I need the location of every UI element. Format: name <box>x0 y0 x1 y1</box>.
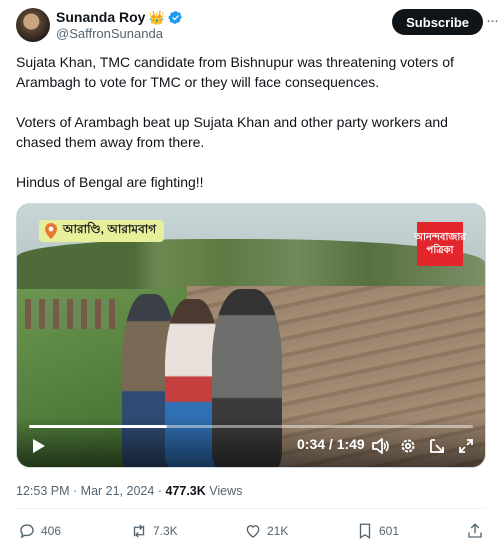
tweet-time[interactable]: 12:53 PM <box>16 484 70 498</box>
display-name[interactable]: Sunanda Roy <box>56 9 145 25</box>
play-icon[interactable] <box>29 437 47 455</box>
location-pin-icon <box>45 223 57 239</box>
tweet-header: Sunanda Roy 👑 @SaffronSunanda Subscribe … <box>16 8 499 44</box>
like-button[interactable]: 21K <box>244 522 288 540</box>
share-icon <box>468 523 482 538</box>
settings-gear-icon[interactable] <box>399 437 417 455</box>
repost-count: 7.3K <box>153 524 178 538</box>
verified-badge-icon <box>168 10 182 24</box>
crown-icon: 👑 <box>148 9 165 25</box>
views-count: 477.3K <box>165 484 206 498</box>
pop-out-icon[interactable] <box>428 437 446 455</box>
reply-button[interactable]: 406 <box>18 522 61 540</box>
views-label: Views <box>209 484 243 498</box>
video-controls: 0:34 / 1:49 <box>17 417 485 467</box>
video-time: 0:34 / 1:49 <box>297 436 365 452</box>
author-handle[interactable]: @SaffronSunanda <box>56 26 163 41</box>
tweet-metadata: 12:53 PM · Mar 21, 2024 · 477.3K Views <box>16 484 242 498</box>
tweet-paragraph: Hindus of Bengal are fighting!! <box>16 174 204 190</box>
bookmark-button[interactable]: 601 <box>356 522 399 540</box>
repost-button[interactable]: 7.3K <box>130 522 178 540</box>
divider <box>16 508 486 509</box>
avatar[interactable] <box>16 8 50 42</box>
heart-icon <box>246 525 260 538</box>
more-options-button[interactable]: ··· <box>486 12 499 29</box>
video-background-crowd <box>25 299 115 329</box>
bookmark-count: 601 <box>379 524 400 538</box>
tweet-paragraph: Voters of Arambagh beat up Sujata Khan a… <box>16 114 448 150</box>
action-bar: 406 7.3K 21K 601 <box>16 522 486 544</box>
location-tag-text: আরাণ্ডি, আরামবাগ <box>63 222 157 236</box>
reply-icon <box>20 524 34 539</box>
share-button[interactable] <box>466 522 484 540</box>
volume-icon[interactable] <box>371 437 389 455</box>
meta-separator: · <box>157 484 162 498</box>
bookmark-icon <box>359 523 371 540</box>
fullscreen-icon[interactable] <box>457 437 475 455</box>
repost-icon <box>133 524 145 538</box>
channel-logo-line1: আনন্দবাজার <box>414 232 466 243</box>
tweet-date[interactable]: Mar 21, 2024 <box>81 484 155 498</box>
channel-logo-line2: পত্রিকা <box>426 245 454 256</box>
video-progress-bar[interactable] <box>29 425 473 428</box>
author-name-row[interactable]: Sunanda Roy 👑 <box>56 8 183 26</box>
video-location-tag: আরাণ্ডি, আরামবাগ <box>39 220 165 242</box>
video-progress-fill <box>29 425 167 428</box>
reply-count: 406 <box>41 524 62 538</box>
tweet-paragraph: Sujata Khan, TMC candidate from Bishnupu… <box>16 54 454 90</box>
channel-logo: আনন্দবাজার পত্রিকা <box>414 222 466 266</box>
video-player[interactable]: আরাণ্ডি, আরামবাগ আনন্দবাজার পত্রিকা 0:34… <box>16 203 486 468</box>
like-count: 21K <box>267 524 289 538</box>
subscribe-button[interactable]: Subscribe <box>392 9 483 35</box>
tweet-text: Sujata Khan, TMC candidate from Bishnupu… <box>16 52 486 212</box>
meta-separator: · <box>73 484 78 498</box>
